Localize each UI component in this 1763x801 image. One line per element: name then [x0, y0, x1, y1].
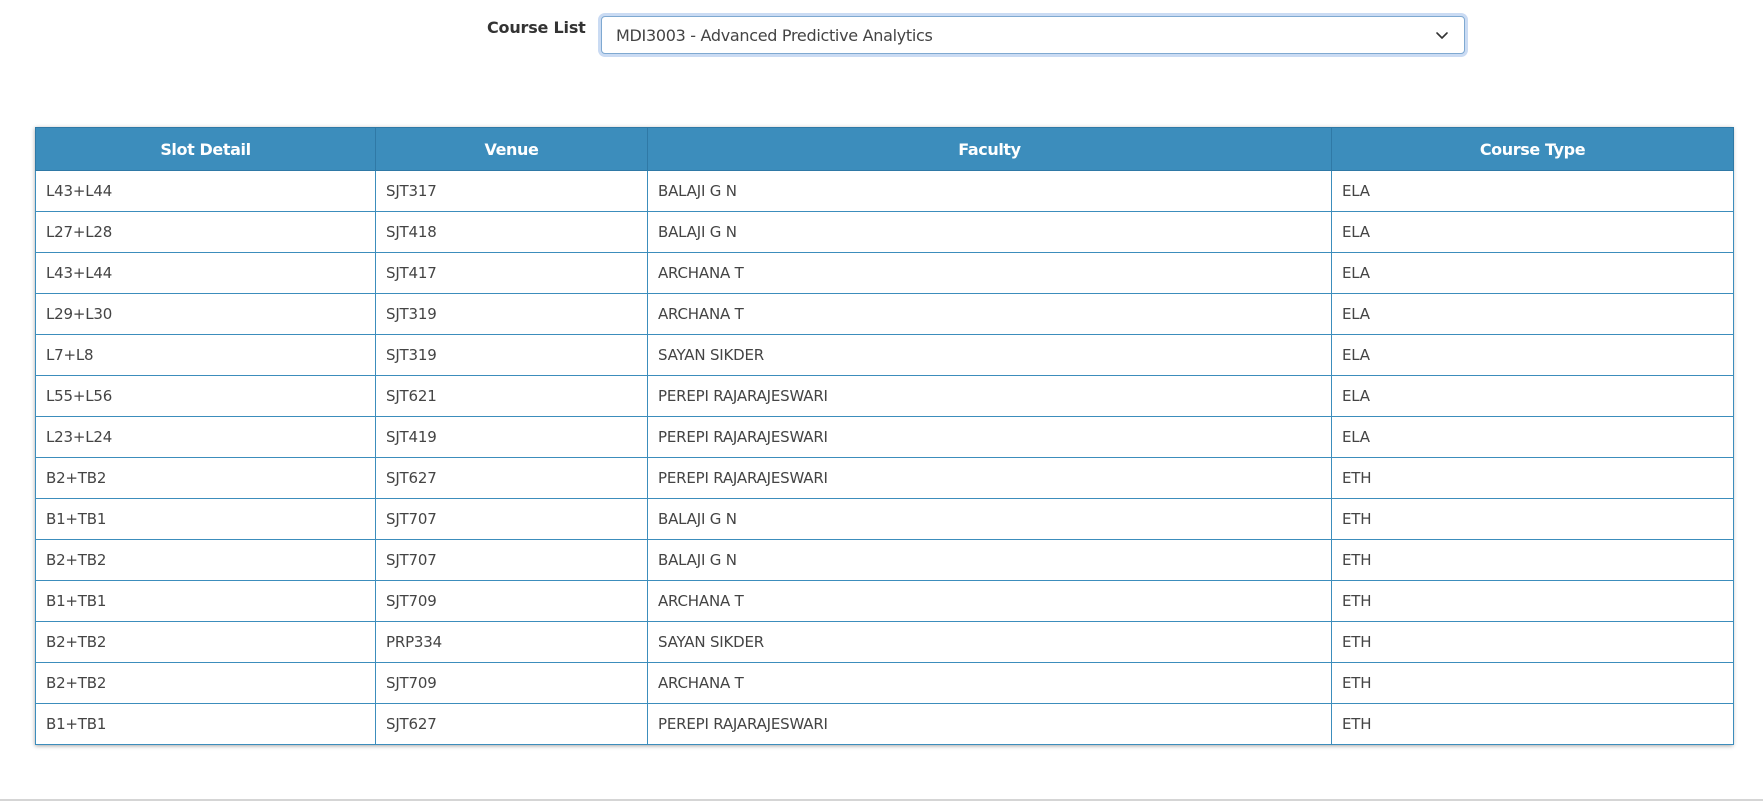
course-type-cell: ELA	[1331, 211, 1734, 253]
course-type-cell: ETH	[1331, 539, 1734, 581]
slot-detail-cell: L55+L56	[35, 375, 376, 417]
venue-cell: SJT709	[375, 662, 648, 704]
table-row: L7+L8 SJT319 SAYAN SIKDER ELA	[35, 334, 1734, 376]
slot-detail-cell: L27+L28	[35, 211, 376, 253]
column-header-venue: Venue	[375, 127, 648, 171]
faculty-cell: ARCHANA T	[647, 580, 1332, 622]
slot-detail-cell: B1+TB1	[35, 703, 376, 745]
slot-detail-cell: B1+TB1	[35, 498, 376, 540]
venue-cell: SJT417	[375, 252, 648, 294]
faculty-cell: BALAJI G N	[647, 211, 1332, 253]
course-type-cell: ELA	[1331, 334, 1734, 376]
faculty-cell: PEREPI RAJARAJESWARI	[647, 375, 1332, 417]
venue-cell: SJT707	[375, 539, 648, 581]
slot-detail-cell: L7+L8	[35, 334, 376, 376]
course-type-cell: ETH	[1331, 621, 1734, 663]
table-row: B1+TB1 SJT627 PEREPI RAJARAJESWARI ETH	[35, 703, 1734, 745]
faculty-cell: PEREPI RAJARAJESWARI	[647, 457, 1332, 499]
table-row: L27+L28 SJT418 BALAJI G N ELA	[35, 211, 1734, 253]
faculty-cell: ARCHANA T	[647, 252, 1332, 294]
column-header-course-type: Course Type	[1331, 127, 1734, 171]
course-type-cell: ELA	[1331, 375, 1734, 417]
venue-cell: SJT319	[375, 293, 648, 335]
course-type-cell: ELA	[1331, 293, 1734, 335]
course-type-cell: ETH	[1331, 703, 1734, 745]
slot-detail-cell: L43+L44	[35, 252, 376, 294]
venue-cell: PRP334	[375, 621, 648, 663]
course-type-cell: ETH	[1331, 457, 1734, 499]
faculty-cell: BALAJI G N	[647, 539, 1332, 581]
course-type-cell: ELA	[1331, 170, 1734, 212]
faculty-cell: PEREPI RAJARAJESWARI	[647, 416, 1332, 458]
table-row: L23+L24 SJT419 PEREPI RAJARAJESWARI ELA	[35, 416, 1734, 458]
course-list-select[interactable]: MDI3003 - Advanced Predictive Analytics	[601, 16, 1465, 54]
slot-table-header: Slot Detail Venue Faculty Course Type	[35, 127, 1734, 171]
table-row: L55+L56 SJT621 PEREPI RAJARAJESWARI ELA	[35, 375, 1734, 417]
course-type-cell: ETH	[1331, 662, 1734, 704]
slot-detail-cell: B2+TB2	[35, 457, 376, 499]
slot-table: Slot Detail Venue Faculty Course Type L4…	[35, 127, 1734, 745]
table-row: L43+L44 SJT417 ARCHANA T ELA	[35, 252, 1734, 294]
venue-cell: SJT418	[375, 211, 648, 253]
venue-cell: SJT707	[375, 498, 648, 540]
faculty-cell: SAYAN SIKDER	[647, 334, 1332, 376]
header-row: Slot Detail Venue Faculty Course Type	[35, 127, 1734, 171]
slot-detail-cell: B1+TB1	[35, 580, 376, 622]
slot-detail-cell: L29+L30	[35, 293, 376, 335]
venue-cell: SJT621	[375, 375, 648, 417]
slot-detail-cell: L43+L44	[35, 170, 376, 212]
course-type-cell: ELA	[1331, 252, 1734, 294]
table-row: B2+TB2 PRP334 SAYAN SIKDER ETH	[35, 621, 1734, 663]
table-row: B2+TB2 SJT709 ARCHANA T ETH	[35, 662, 1734, 704]
column-header-slot-detail: Slot Detail	[35, 127, 376, 171]
faculty-cell: BALAJI G N	[647, 170, 1332, 212]
slot-table-body: L43+L44 SJT317 BALAJI G N ELA L27+L28 SJT418 B…	[35, 170, 1734, 745]
table-row: B2+TB2 SJT627 PEREPI RAJARAJESWARI ETH	[35, 457, 1734, 499]
course-list-label: Course List	[487, 18, 586, 37]
slot-table-container: Slot Detail Venue Faculty Course Type L4…	[35, 127, 1734, 745]
faculty-cell: SAYAN SIKDER	[647, 621, 1332, 663]
faculty-cell: BALAJI G N	[647, 498, 1332, 540]
table-row: B1+TB1 SJT709 ARCHANA T ETH	[35, 580, 1734, 622]
venue-cell: SJT319	[375, 334, 648, 376]
course-list-selected-value: MDI3003 - Advanced Predictive Analytics	[616, 25, 933, 45]
faculty-cell: ARCHANA T	[647, 662, 1332, 704]
table-row: B2+TB2 SJT707 BALAJI G N ETH	[35, 539, 1734, 581]
venue-cell: SJT627	[375, 703, 648, 745]
slot-detail-cell: B2+TB2	[35, 539, 376, 581]
course-type-cell: ELA	[1331, 416, 1734, 458]
course-type-cell: ETH	[1331, 498, 1734, 540]
faculty-cell: PEREPI RAJARAJESWARI	[647, 703, 1332, 745]
course-allocation-page: Course List MDI3003 - Advanced Predictiv…	[0, 0, 1763, 801]
chevron-down-icon	[1436, 32, 1448, 39]
venue-cell: SJT419	[375, 416, 648, 458]
venue-cell: SJT317	[375, 170, 648, 212]
column-header-faculty: Faculty	[647, 127, 1332, 171]
table-row: L43+L44 SJT317 BALAJI G N ELA	[35, 170, 1734, 212]
table-row: L29+L30 SJT319 ARCHANA T ELA	[35, 293, 1734, 335]
slot-detail-cell: L23+L24	[35, 416, 376, 458]
slot-detail-cell: B2+TB2	[35, 662, 376, 704]
table-row: B1+TB1 SJT707 BALAJI G N ETH	[35, 498, 1734, 540]
venue-cell: SJT709	[375, 580, 648, 622]
faculty-cell: ARCHANA T	[647, 293, 1332, 335]
venue-cell: SJT627	[375, 457, 648, 499]
course-type-cell: ETH	[1331, 580, 1734, 622]
slot-detail-cell: B2+TB2	[35, 621, 376, 663]
